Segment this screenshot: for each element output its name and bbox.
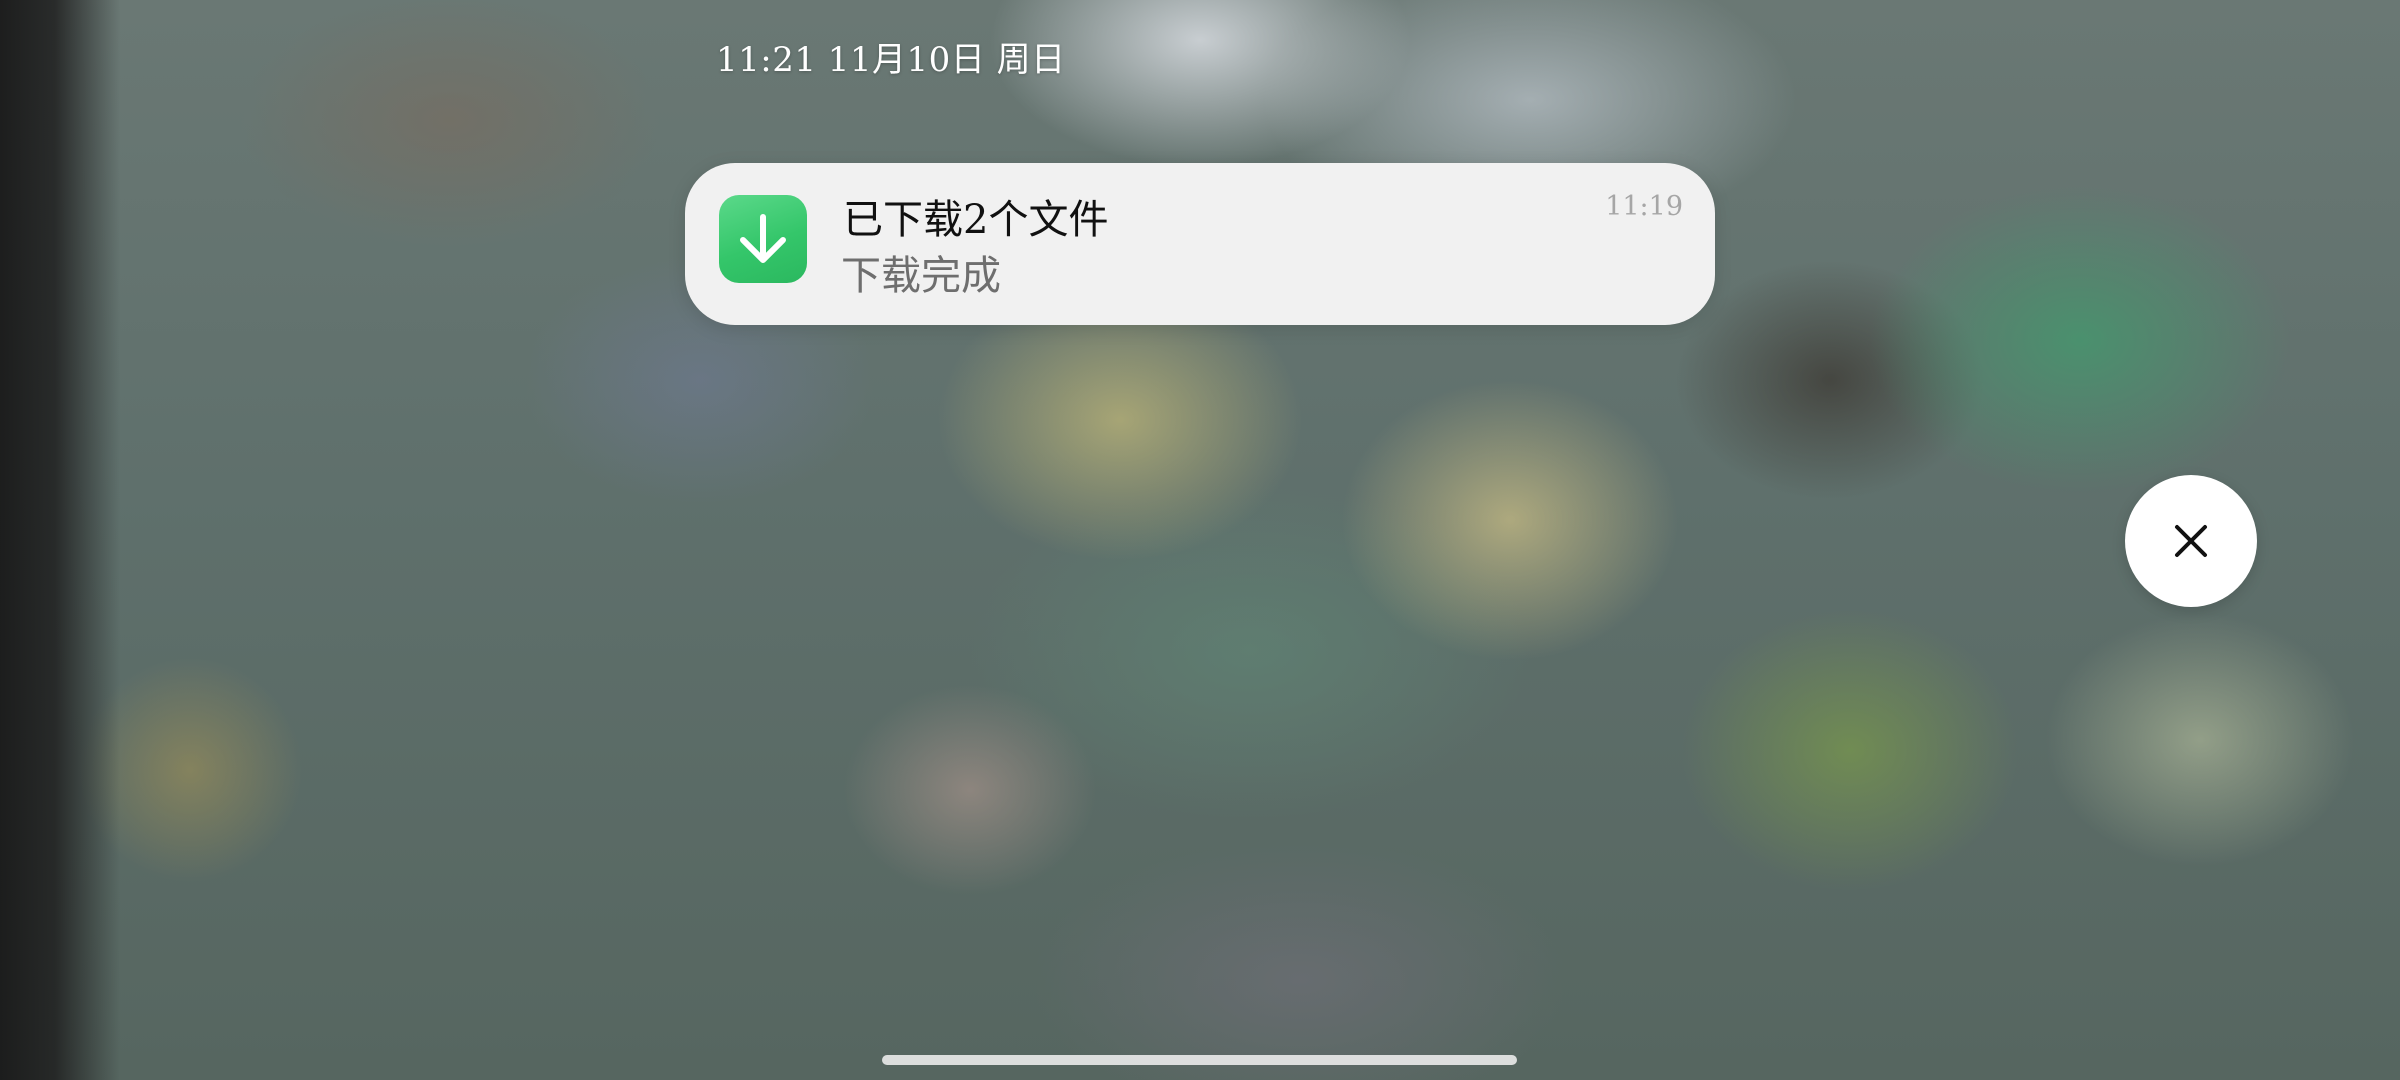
- download-arrow-icon: [719, 195, 807, 283]
- notification-time: 11:19: [1605, 191, 1683, 222]
- notification-body: 下载完成: [841, 253, 1001, 299]
- blurred-wallpaper: [0, 0, 2400, 1080]
- home-indicator[interactable]: [882, 1055, 1517, 1065]
- notification-title: 已下载2个文件: [843, 197, 1109, 243]
- left-edge-shade: [0, 0, 120, 1080]
- close-icon: [2175, 525, 2207, 557]
- download-notification[interactable]: 已下载2个文件 下载完成 11:19: [685, 163, 1715, 325]
- lock-screen: 11:21 11月10日 周日 已下载2个文件 下载完成 11:19: [0, 0, 2400, 1080]
- close-button[interactable]: [2125, 475, 2257, 607]
- status-time-date: 11:21 11月10日 周日: [716, 40, 1066, 80]
